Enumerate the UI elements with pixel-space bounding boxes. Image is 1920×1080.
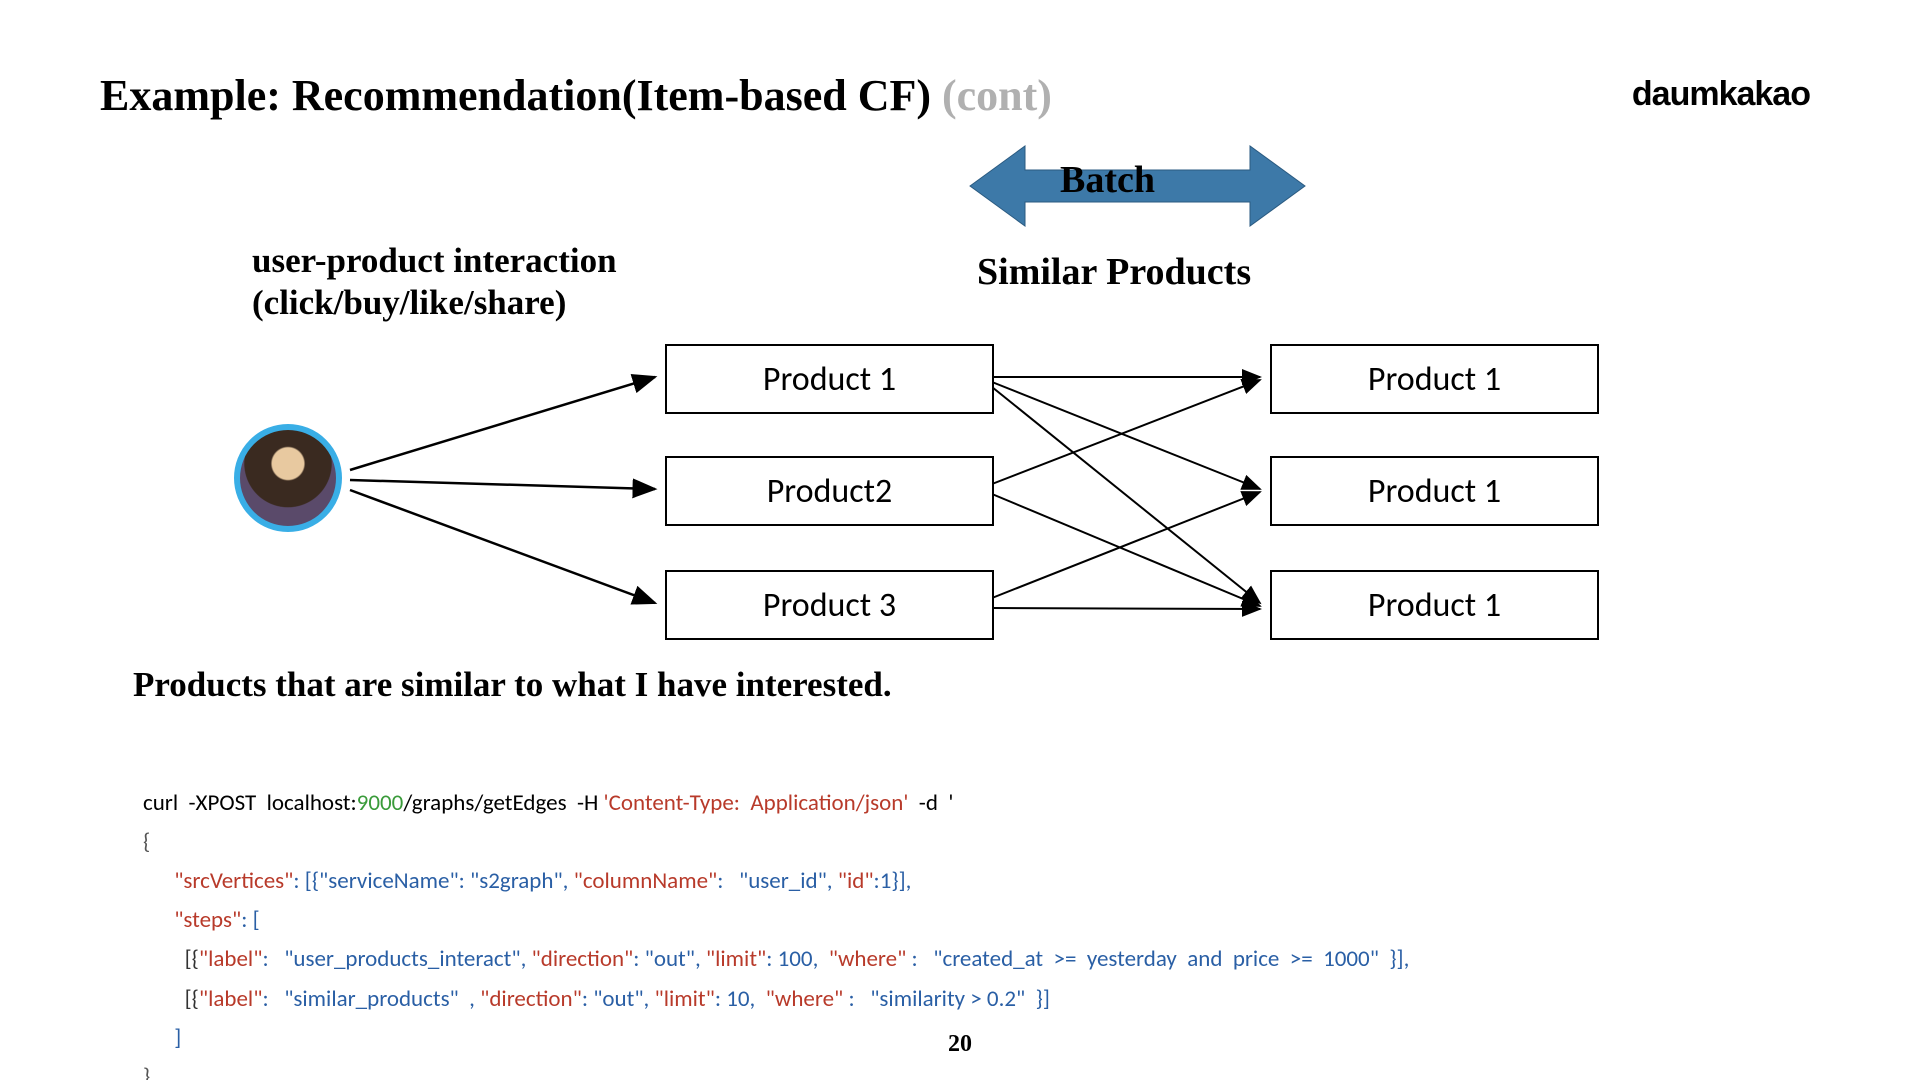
- interaction-line2: (click/buy/like/share): [252, 282, 617, 324]
- code-steps-key: "steps": [174, 906, 241, 934]
- slide-title: Example: Recommendation(Item-based CF) (…: [100, 70, 1052, 121]
- code-id-rest: :1}],: [874, 867, 912, 895]
- code-l2-limit-key: "limit": [655, 985, 715, 1013]
- code-src-key: "srcVertices": [174, 867, 293, 895]
- code-l2-limit-val: : 10,: [715, 985, 766, 1013]
- code-l1-dir-val: : "out",: [633, 945, 706, 973]
- code-l1-dir-key: "direction": [532, 945, 634, 973]
- code-brace-close: }: [143, 1063, 150, 1080]
- code-steps-close: ]: [174, 1024, 181, 1052]
- code-l2-where-key: "where": [766, 985, 844, 1013]
- code-l1-where-val: : "created_at >= yesterday and price >= …: [906, 945, 1409, 973]
- code-l2-label-key: "label": [199, 985, 263, 1013]
- code-steps-rest: : [: [241, 906, 259, 934]
- right-product-3: Product 1: [1270, 570, 1599, 640]
- interaction-label: user-product interaction (click/buy/like…: [252, 240, 617, 324]
- code-l2-label-val: : "similar_products" ,: [262, 985, 480, 1013]
- code-cmd-prefix: curl -XPOST localhost:: [143, 789, 357, 817]
- right-product-2: Product 1: [1270, 456, 1599, 526]
- code-l1-limit-val: : 100,: [766, 945, 828, 973]
- title-cont: (cont): [931, 71, 1052, 120]
- code-col-rest: : "user_id",: [717, 867, 838, 895]
- code-l2-dir-key: "direction": [480, 985, 582, 1013]
- code-src-rest: : [{"serviceName": "s2graph",: [293, 867, 573, 895]
- code-cmd-mid: /graphs/getEdges -H: [403, 789, 603, 817]
- code-l2-dir-val: : "out",: [582, 985, 655, 1013]
- code-cmd-suffix: -d ': [908, 789, 953, 817]
- code-block: curl -XPOST localhost:9000/graphs/getEdg…: [143, 745, 1409, 1080]
- code-l1-where-key: "where": [829, 945, 907, 973]
- left-product-2: Product2: [665, 456, 994, 526]
- title-main: Example: Recommendation(Item-based CF): [100, 71, 931, 120]
- branding-logo: daumkakao: [1632, 75, 1810, 114]
- right-product-1: Product 1: [1270, 344, 1599, 414]
- code-brace-open: {: [143, 828, 150, 856]
- code-id-key: "id": [838, 867, 874, 895]
- code-l1-label-key: "label": [199, 945, 263, 973]
- left-product-1: Product 1: [665, 344, 994, 414]
- user-avatar: [234, 424, 342, 532]
- code-l1-label-val: : "user_products_interact",: [262, 945, 531, 973]
- similar-products-label: Similar Products: [977, 250, 1251, 294]
- page-number: 20: [948, 1031, 972, 1058]
- code-port: 9000: [357, 789, 404, 817]
- code-l1-limit-key: "limit": [706, 945, 766, 973]
- left-product-3: Product 3: [665, 570, 994, 640]
- code-col-key: "columnName": [574, 867, 718, 895]
- code-header: 'Content-Type: Application/json': [604, 789, 909, 817]
- slide: Example: Recommendation(Item-based CF) (…: [0, 0, 1920, 1080]
- batch-label: Batch: [1060, 158, 1155, 202]
- interaction-line1: user-product interaction: [252, 240, 617, 282]
- code-l2-where-val: : "similarity > 0.2" }]: [843, 985, 1050, 1013]
- description-text: Products that are similar to what I have…: [133, 665, 892, 705]
